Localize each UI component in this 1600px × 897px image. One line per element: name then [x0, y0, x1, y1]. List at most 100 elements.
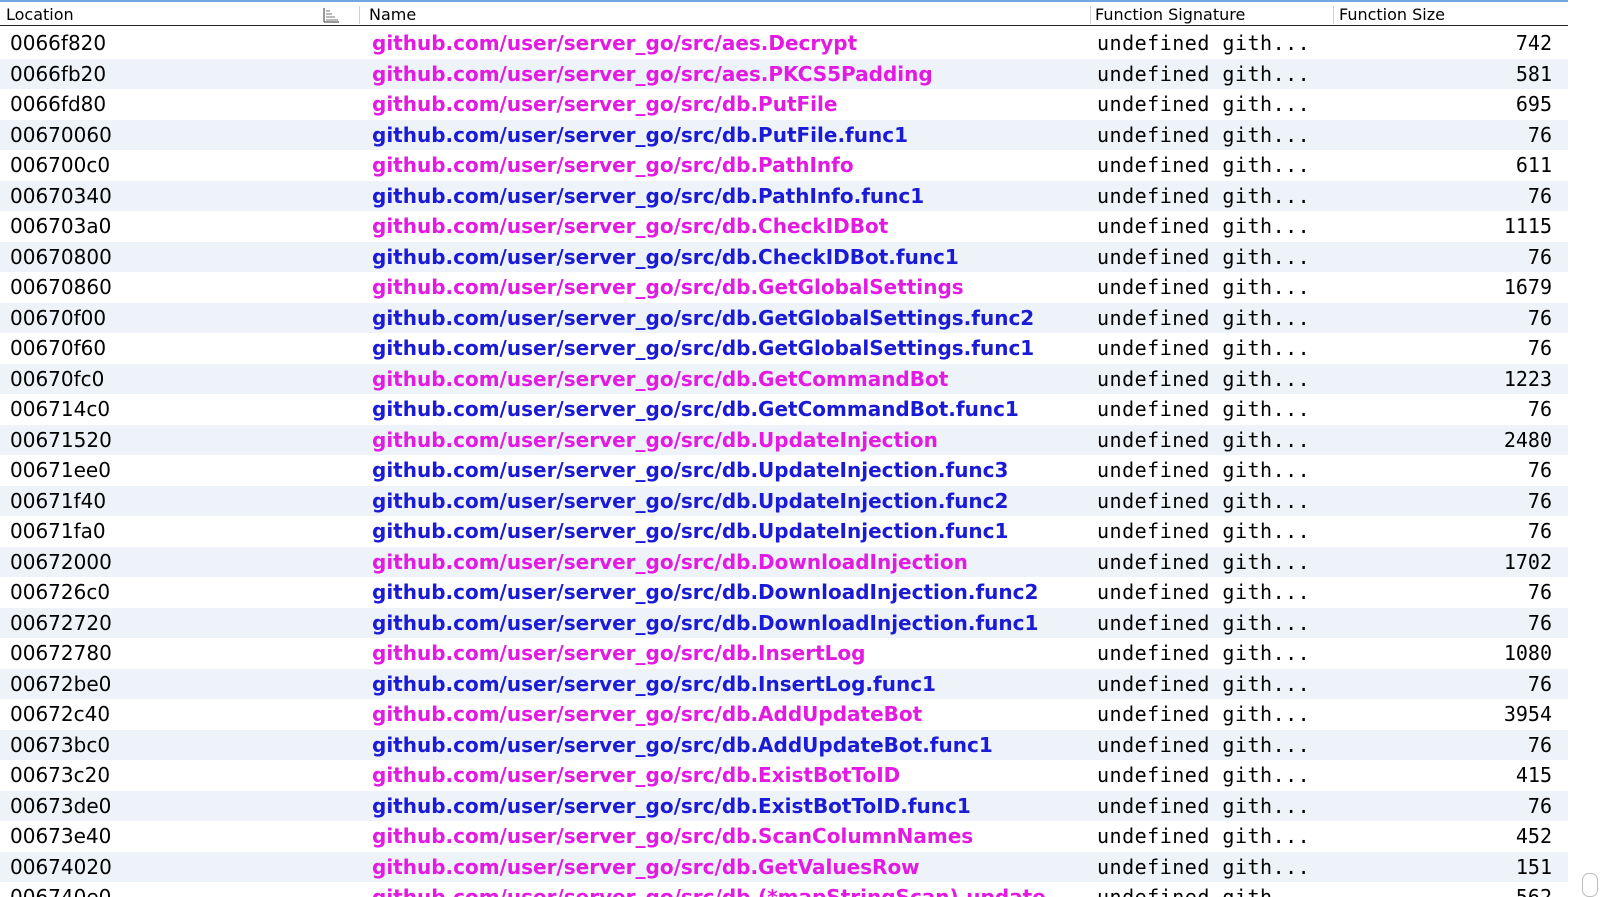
column-divider[interactable]	[1333, 6, 1334, 24]
cell-name[interactable]: github.com/user/server_go/src/db.UpdateI…	[372, 455, 1008, 486]
table-row[interactable]: 00671520 github.com/user/server_go/src/db…	[0, 424, 1568, 456]
table-row[interactable]: 00672780 github.com/user/server_go/src/db…	[0, 638, 1568, 669]
cell-location: 00671fa0	[10, 519, 106, 543]
table-row[interactable]: 00670f00 github.com/user/server_go/src/db…	[0, 302, 1568, 334]
cell-location: 006700c0	[10, 153, 111, 177]
cell-name[interactable]: github.com/user/server_go/src/db.ScanCol…	[372, 821, 973, 852]
cell-name[interactable]: github.com/user/server_go/src/db.Downloa…	[372, 608, 1038, 639]
cell-signature: undefined gith...	[1097, 427, 1311, 452]
table-row[interactable]: 00672c40 github.com/user/server_go/src/db…	[0, 699, 1568, 730]
sort-icon[interactable]	[322, 7, 340, 23]
cell-name[interactable]: github.com/user/server_go/src/db.PathInf…	[372, 150, 854, 181]
cell-location: 00674020	[10, 854, 112, 879]
cell-name[interactable]: github.com/user/server_go/src/db.PutFile	[372, 89, 837, 120]
cell-name[interactable]: github.com/user/server_go/src/db.AddUpda…	[372, 730, 993, 761]
cell-name[interactable]: github.com/user/server_go/src/db.InsertL…	[372, 638, 865, 669]
cell-name[interactable]: github.com/user/server_go/src/db.GetGlob…	[372, 333, 1034, 364]
cell-name[interactable]: github.com/user/server_go/src/aes.Decryp…	[372, 28, 857, 59]
cell-location: 00673c20	[10, 763, 111, 787]
table-row[interactable]: 00670fc0 github.com/user/server_go/src/db…	[0, 363, 1568, 395]
table-row[interactable]: 006703a0 github.com/user/server_go/src/db…	[0, 211, 1568, 242]
table-row[interactable]: 0066f820 github.com/user/server_go/src/ae…	[0, 28, 1568, 59]
cell-name[interactable]: github.com/user/server_go/src/db.PutFile…	[372, 120, 908, 151]
cell-name[interactable]: github.com/user/server_go/src/db.CheckID…	[372, 211, 888, 242]
functions-table: 0066f820 github.com/user/server_go/src/ae…	[0, 28, 1568, 897]
cell-size: 3954	[1503, 702, 1552, 726]
cell-size: 76	[1527, 793, 1552, 818]
cell-name[interactable]: github.com/user/server_go/src/db.GetComm…	[372, 364, 948, 395]
cell-location: 00670340	[10, 183, 112, 208]
cell-location: 00672be0	[10, 671, 112, 696]
table-row[interactable]: 006700c0 github.com/user/server_go/src/db…	[0, 150, 1568, 181]
cell-signature: undefined gith...	[1097, 885, 1311, 897]
table-row[interactable]: 00670800 github.com/user/server_go/src/db…	[0, 241, 1568, 273]
cell-name[interactable]: github.com/user/server_go/src/db.GetValu…	[372, 852, 920, 883]
table-row[interactable]: 0066fb20 github.com/user/server_go/src/ae…	[0, 58, 1568, 90]
table-row[interactable]: 00672be0 github.com/user/server_go/src/db…	[0, 668, 1568, 700]
cell-name[interactable]: github.com/user/server_go/src/db.Downloa…	[372, 547, 968, 578]
cell-size: 611	[1515, 153, 1552, 177]
cell-name[interactable]: github.com/user/server_go/src/db.CheckID…	[372, 242, 959, 273]
cell-size: 76	[1527, 244, 1552, 269]
column-header-name[interactable]: Name	[369, 5, 416, 24]
cell-size: 742	[1515, 31, 1552, 55]
column-header-signature[interactable]: Function Signature	[1095, 5, 1245, 24]
vertical-scrollbar[interactable]	[1568, 0, 1600, 897]
table-row[interactable]: 00670060 github.com/user/server_go/src/db…	[0, 119, 1568, 151]
table-row[interactable]: 00673de0 github.com/user/server_go/src/db…	[0, 790, 1568, 822]
cell-location: 00670860	[10, 275, 112, 299]
cell-location: 00673bc0	[10, 732, 111, 757]
cell-size: 415	[1515, 763, 1552, 787]
cell-name[interactable]: github.com/user/server_go/src/db.InsertL…	[372, 669, 936, 700]
cell-name[interactable]: github.com/user/server_go/src/db.Downloa…	[372, 577, 1038, 608]
cell-name[interactable]: github.com/user/server_go/src/db.ExistBo…	[372, 760, 900, 791]
table-row[interactable]: 00672000 github.com/user/server_go/src/db…	[0, 546, 1568, 578]
table-row[interactable]: 00672720 github.com/user/server_go/src/db…	[0, 607, 1568, 639]
cell-location: 00672720	[10, 610, 112, 635]
cell-name[interactable]: github.com/user/server_go/src/db.GetGlob…	[372, 272, 964, 303]
cell-signature: undefined gith...	[1097, 610, 1311, 635]
table-row[interactable]: 00670340 github.com/user/server_go/src/db…	[0, 180, 1568, 212]
cell-location: 00670f60	[10, 336, 107, 360]
table-row[interactable]: 00670f60 github.com/user/server_go/src/db…	[0, 333, 1568, 364]
column-header-location[interactable]: Location	[6, 5, 74, 24]
table-row[interactable]: 00671f40 github.com/user/server_go/src/db…	[0, 485, 1568, 517]
table-row[interactable]: 00671fa0 github.com/user/server_go/src/db…	[0, 516, 1568, 547]
column-divider[interactable]	[1090, 6, 1091, 24]
table-row[interactable]: 00673bc0 github.com/user/server_go/src/db…	[0, 729, 1568, 761]
cell-name[interactable]: github.com/user/server_go/src/db.UpdateI…	[372, 425, 938, 456]
table-row[interactable]: 006714c0 github.com/user/server_go/src/db…	[0, 394, 1568, 425]
table-row[interactable]: 00673c20 github.com/user/server_go/src/db…	[0, 760, 1568, 791]
cell-name[interactable]: github.com/user/server_go/src/db.PathInf…	[372, 181, 924, 212]
cell-name[interactable]: github.com/user/server_go/src/db.AddUpda…	[372, 699, 922, 730]
cell-name[interactable]: github.com/user/server_go/src/db.(*mapSt…	[372, 882, 1046, 897]
cell-location: 00671ee0	[10, 458, 111, 482]
table-row[interactable]: 00671ee0 github.com/user/server_go/src/db…	[0, 455, 1568, 486]
table-row[interactable]: 00670860 github.com/user/server_go/src/db…	[0, 272, 1568, 303]
table-row[interactable]: 006726c0 github.com/user/server_go/src/db…	[0, 577, 1568, 608]
cell-name[interactable]: github.com/user/server_go/src/aes.PKCS5P…	[372, 59, 933, 90]
cell-size: 1080	[1503, 641, 1552, 665]
cell-signature: undefined gith...	[1097, 732, 1311, 757]
cell-signature: undefined gith...	[1097, 305, 1311, 330]
scrollbar-thumb[interactable]	[1582, 873, 1598, 897]
cell-size: 452	[1515, 824, 1552, 848]
table-row[interactable]: 00674020 github.com/user/server_go/src/db…	[0, 851, 1568, 883]
table-row[interactable]: 006740e0 github.com/user/server_go/src/db…	[0, 882, 1568, 897]
cell-name[interactable]: github.com/user/server_go/src/db.ExistBo…	[372, 791, 971, 822]
cell-name[interactable]: github.com/user/server_go/src/db.GetGlob…	[372, 303, 1034, 334]
cell-name[interactable]: github.com/user/server_go/src/db.GetComm…	[372, 394, 1019, 425]
cell-name[interactable]: github.com/user/server_go/src/db.UpdateI…	[372, 486, 1008, 517]
cell-signature: undefined gith...	[1097, 549, 1311, 574]
column-header-size[interactable]: Function Size	[1339, 5, 1445, 24]
cell-name[interactable]: github.com/user/server_go/src/db.UpdateI…	[372, 516, 1008, 547]
cell-signature: undefined gith...	[1097, 641, 1311, 665]
table-row[interactable]: 00673e40 github.com/user/server_go/src/db…	[0, 821, 1568, 852]
cell-location: 0066f820	[10, 31, 107, 55]
table-row[interactable]: 0066fd80 github.com/user/server_go/src/db…	[0, 89, 1568, 120]
cell-location: 00671520	[10, 427, 112, 452]
column-divider[interactable]	[359, 6, 360, 24]
cell-size: 76	[1527, 458, 1552, 482]
cell-size: 151	[1515, 854, 1552, 879]
cell-size: 76	[1527, 580, 1552, 604]
